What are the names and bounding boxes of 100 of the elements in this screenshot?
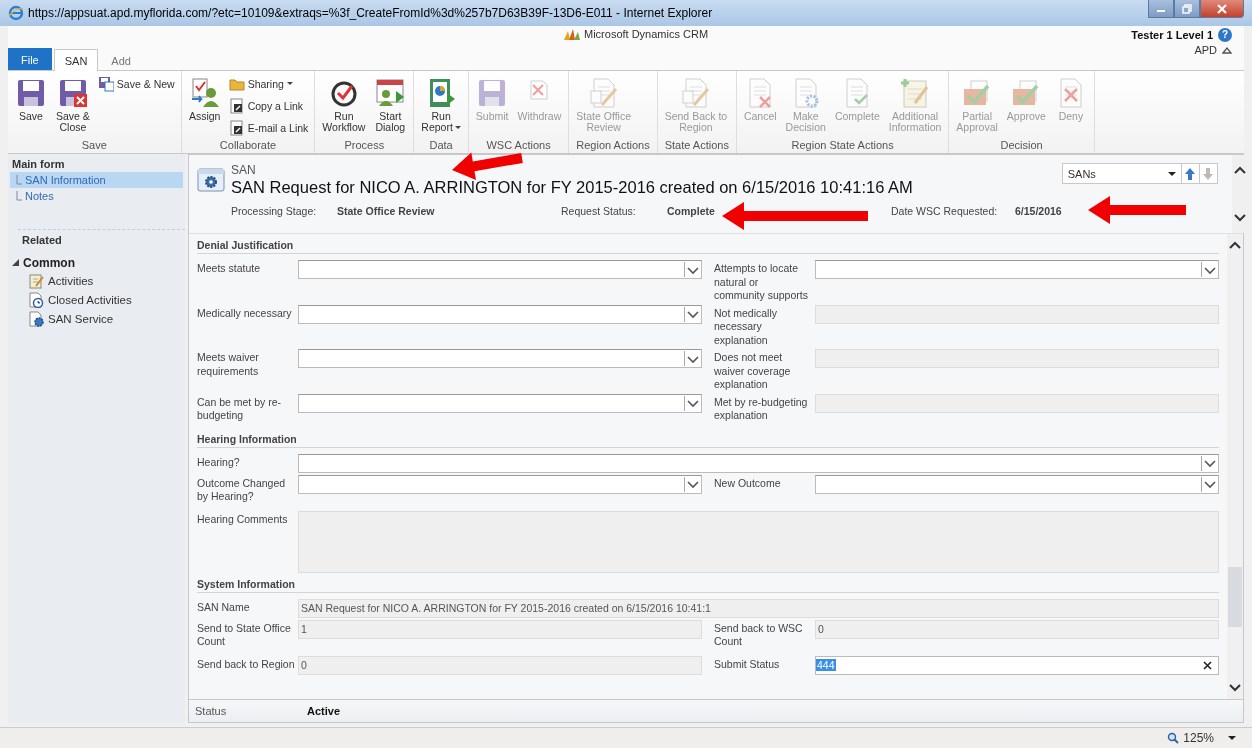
- ribbon-group-label: Data: [428, 139, 454, 153]
- document-pencil-icon: [679, 77, 712, 109]
- save-new-icon: [97, 75, 114, 92]
- section-title: System Information: [197, 572, 1219, 593]
- ribbon-button[interactable]: Run Workflow: [318, 74, 370, 136]
- product-name: Microsoft Dynamics CRM: [584, 28, 709, 40]
- view-selector[interactable]: SANs: [1061, 163, 1182, 184]
- zoom-level-button[interactable]: 125%: [1167, 731, 1236, 745]
- scrollbar[interactable]: [1231, 155, 1248, 233]
- field-label: Can be met by re-budgeting: [197, 394, 283, 423]
- field-value: State Office Review: [337, 205, 435, 217]
- nav-group-toggle[interactable]: Common: [8, 254, 185, 271]
- dialog-icon: [374, 77, 407, 109]
- nav-heading: Main form: [11, 158, 66, 172]
- help-button[interactable]: ?: [1218, 28, 1232, 42]
- ribbon-group-label: Region Actions: [575, 139, 651, 153]
- field-label: Date WSC Requested:: [891, 205, 999, 217]
- ribbon-button[interactable]: Sharing: [225, 74, 312, 93]
- ribbon-tab[interactable]: Add: [100, 50, 142, 70]
- browser-icon: [8, 5, 24, 21]
- ribbon-tab[interactable]: SAN: [53, 49, 99, 71]
- minimize-button[interactable]: [1148, 0, 1174, 18]
- section-title: Denial Justification: [197, 234, 1219, 254]
- notepad-icon: [28, 272, 44, 289]
- dropdown-field[interactable]: [298, 349, 702, 368]
- tree-line-icon: [16, 175, 22, 185]
- save-icon: [15, 77, 47, 109]
- related-link[interactable]: Closed Activities: [8, 290, 185, 309]
- ribbon-button[interactable]: Assign: [184, 74, 225, 125]
- scrollbar[interactable]: [1227, 234, 1243, 699]
- caret-icon: [1228, 736, 1236, 740]
- nav-heading: Related: [18, 229, 185, 250]
- ribbon-group-label: State Actions: [663, 139, 730, 153]
- ribbon-group-label: Save: [80, 139, 108, 153]
- ribbon-button[interactable]: Save & New: [94, 74, 178, 93]
- field-label: Processing Stage:: [231, 205, 318, 217]
- dropdown-field[interactable]: [298, 304, 702, 324]
- dropdown-field[interactable]: [815, 260, 1219, 279]
- related-link[interactable]: Activities: [8, 271, 185, 290]
- field-label: Hearing?: [197, 454, 241, 470]
- field-label: Submit Status: [714, 656, 781, 672]
- collapse-icon[interactable]: [1222, 46, 1232, 54]
- dropdown-field[interactable]: [298, 453, 1219, 473]
- dropdown-field[interactable]: [298, 474, 702, 494]
- field-label: Meets statute: [197, 261, 262, 276]
- ribbon-group-label: Decision: [999, 139, 1044, 153]
- up-arrow-icon: [1185, 167, 1196, 180]
- field-label: Meets waiver requirements: [197, 350, 260, 379]
- scroll-up-icon: [1232, 165, 1247, 175]
- field-label: Not medically necessary explanation: [714, 305, 779, 347]
- user-name[interactable]: Tester 1 Level 1: [1131, 29, 1213, 41]
- nav-link[interactable]: SAN Information: [10, 172, 183, 188]
- related-link[interactable]: SAN Service: [8, 309, 185, 328]
- restore-button[interactable]: [1174, 0, 1200, 18]
- gear-document-icon: [28, 310, 44, 327]
- ribbon-button[interactable]: Copy a Link: [225, 96, 312, 115]
- clock-document-icon: [28, 291, 44, 308]
- field-label: Does not meet waiver coverage explanation: [714, 350, 792, 392]
- ribbon-button[interactable]: Start Dialog: [370, 74, 411, 136]
- restore-icon: [1182, 3, 1192, 14]
- record-title: SAN Request for NICO A. ARRINGTON for FY 2015-2016 created on 6/15/2016 10:41:16 AM: [231, 178, 914, 197]
- ribbon-group-label: WSC Actions: [485, 139, 552, 153]
- nav-link[interactable]: Notes: [10, 188, 183, 204]
- field-label: Medically necessary: [197, 305, 293, 321]
- field-label: Met by re-budgeting explanation: [714, 394, 809, 423]
- annotation-arrow: [452, 152, 523, 181]
- window-title: https://appsuat.apd.myflorida.com/?etc=10109&extraqs=%3f_CreateFromId%3d%257b7D63B39F-13D6-E011 - Internet Explorer: [28, 6, 714, 20]
- ribbon-button[interactable]: Save & Close: [52, 74, 94, 136]
- field-value: 6/15/2016: [1015, 205, 1062, 217]
- close-button[interactable]: [1200, 0, 1244, 18]
- scrollbar-thumb[interactable]: [1228, 566, 1242, 627]
- dropdown-field[interactable]: [298, 260, 702, 279]
- section-title: Hearing Information: [197, 427, 1219, 448]
- organization-name: APD: [1194, 44, 1217, 56]
- scroll-down-icon: [1232, 213, 1247, 223]
- field-label: Request Status:: [561, 205, 637, 217]
- field-label: Status: [195, 705, 228, 717]
- dropdown-field[interactable]: [815, 474, 1219, 494]
- close-icon: [1217, 3, 1227, 14]
- tree-line-icon: [16, 191, 22, 201]
- field-label: Outcome Changed by Hearing?: [197, 475, 287, 504]
- field-value: Active: [307, 705, 341, 717]
- field-label: Send back to Region: [197, 656, 295, 672]
- ribbon-button[interactable]: Run Report: [417, 74, 465, 136]
- down-arrow-icon: [1203, 167, 1214, 180]
- scroll-down-icon: [1228, 683, 1242, 693]
- expanded-triangle-icon: [12, 259, 19, 266]
- file-menu-tab[interactable]: File: [8, 48, 52, 70]
- ribbon-button[interactable]: Save: [11, 74, 51, 125]
- clear-icon[interactable]: [1203, 660, 1212, 670]
- scroll-up-icon: [1228, 240, 1242, 250]
- magnifier-icon: [1167, 732, 1180, 744]
- document-pencil-icon: [587, 77, 620, 109]
- dropdown-field[interactable]: [298, 393, 702, 413]
- field-label: Attempts to locate natural or community supports: [714, 261, 809, 303]
- field-value: Complete: [667, 205, 715, 217]
- ribbon-button[interactable]: E-mail a Link: [225, 118, 312, 137]
- caret-icon: [1167, 171, 1176, 176]
- ribbon-group-label: Collaborate: [218, 139, 278, 153]
- field-label: New Outcome: [714, 475, 782, 491]
